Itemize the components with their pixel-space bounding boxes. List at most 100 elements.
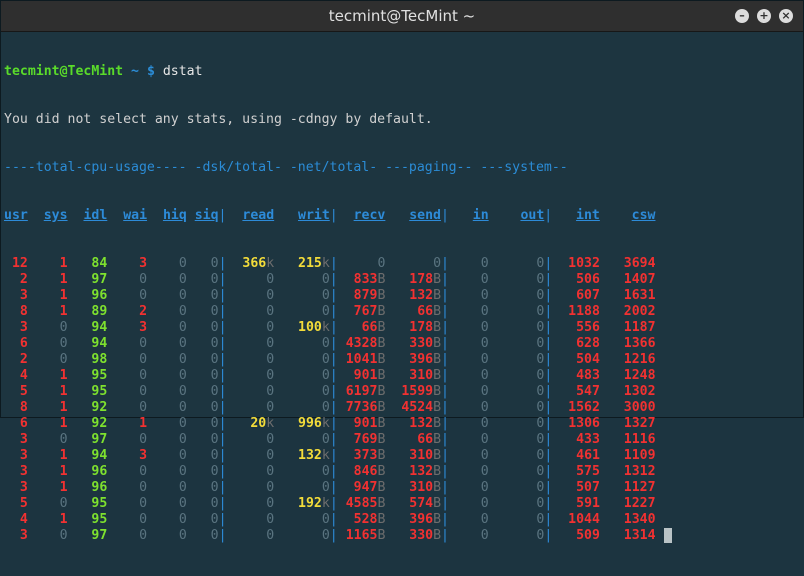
cell-hiq: 0 bbox=[178, 496, 187, 511]
cell-sys: 1 bbox=[59, 368, 68, 383]
column-separator: | bbox=[441, 528, 449, 543]
cell-siq: 0 bbox=[210, 432, 219, 447]
column-separator bbox=[385, 528, 393, 543]
cell-hiq: 0 bbox=[178, 528, 187, 543]
column-separator bbox=[107, 336, 115, 351]
column-separator: | bbox=[329, 384, 338, 399]
column-separator bbox=[274, 464, 282, 479]
column-separator bbox=[68, 352, 76, 367]
cell-idl: 97 bbox=[91, 272, 108, 287]
cell-recv: 767B bbox=[353, 304, 386, 319]
column-separator bbox=[385, 304, 393, 319]
column-separator bbox=[107, 352, 115, 367]
column-separator bbox=[600, 448, 608, 463]
column-separator bbox=[600, 336, 608, 351]
column-header-siq: siq bbox=[194, 208, 219, 223]
column-separator bbox=[385, 496, 393, 511]
column-separator: | bbox=[441, 288, 449, 303]
cell-send: 310B bbox=[409, 368, 442, 383]
cell-usr: 2 bbox=[19, 272, 28, 287]
column-separator: | bbox=[218, 336, 227, 351]
column-separator bbox=[147, 464, 155, 479]
column-separator bbox=[28, 384, 36, 399]
stat-row: 2 1 97 0 0 0| 0 0| 833B 178B| 0 0| 506 1… bbox=[4, 272, 800, 288]
column-separator bbox=[107, 304, 115, 319]
column-separator: | bbox=[329, 496, 338, 511]
column-separator bbox=[28, 272, 36, 287]
cell-siq: 0 bbox=[210, 336, 219, 351]
column-separator bbox=[107, 496, 115, 511]
stat-row: 3 0 94 3 0 0| 0 100k| 66B 178B| 0 0| 556… bbox=[4, 320, 800, 336]
cell-idl: 94 bbox=[91, 320, 108, 335]
cell-idl: 96 bbox=[91, 464, 108, 479]
cell-read: 0 bbox=[266, 288, 275, 303]
column-separator bbox=[68, 464, 76, 479]
column-separator: | bbox=[329, 288, 338, 303]
cell-in: 0 bbox=[480, 336, 489, 351]
column-separator bbox=[187, 480, 195, 495]
cell-siq: 0 bbox=[210, 448, 219, 463]
column-separator bbox=[274, 320, 282, 335]
column-separator bbox=[274, 528, 282, 543]
column-separator: | bbox=[218, 512, 227, 527]
column-separator bbox=[28, 416, 36, 431]
column-separator: | bbox=[441, 336, 449, 351]
cell-int: 433 bbox=[576, 432, 600, 447]
maximize-button[interactable]: + bbox=[757, 9, 771, 23]
column-separator bbox=[600, 368, 608, 383]
minimize-button[interactable]: – bbox=[735, 9, 749, 23]
column-separator bbox=[68, 528, 76, 543]
terminal-output[interactable]: tecmint@TecMint ~ $ dstat You did not se… bbox=[4, 32, 800, 543]
column-separator bbox=[274, 272, 282, 287]
cell-wai: 3 bbox=[139, 320, 148, 335]
column-separator: | bbox=[329, 336, 338, 351]
cell-sys: 0 bbox=[59, 432, 68, 447]
column-separator: | bbox=[218, 208, 227, 223]
cell-csw: 1327 bbox=[623, 416, 656, 431]
cell-writ: 996k bbox=[298, 416, 330, 431]
cell-in: 0 bbox=[480, 384, 489, 399]
cell-send: 66B bbox=[417, 304, 442, 319]
cell-int: 483 bbox=[576, 368, 600, 383]
stat-rows: 12 1 84 3 0 0| 366k 215k| 0 0| 0 0| 1032… bbox=[4, 256, 800, 544]
column-separator bbox=[187, 320, 195, 335]
column-separator bbox=[489, 304, 497, 319]
cell-usr: 6 bbox=[19, 336, 28, 351]
prompt-user-host: tecmint@TecMint bbox=[4, 64, 124, 79]
cell-writ: 0 bbox=[321, 400, 330, 415]
cell-sys: 1 bbox=[59, 416, 68, 431]
column-separator bbox=[600, 432, 608, 447]
prompt-command: dstat bbox=[162, 64, 203, 79]
column-separator: | bbox=[544, 416, 553, 431]
cell-hiq: 0 bbox=[178, 256, 187, 271]
column-separator bbox=[28, 464, 36, 479]
cell-read: 0 bbox=[266, 336, 275, 351]
cell-send: 310B bbox=[409, 480, 442, 495]
column-separator: | bbox=[218, 304, 227, 319]
cell-writ: 132k bbox=[298, 448, 330, 463]
column-separator: | bbox=[544, 320, 553, 335]
column-separator bbox=[600, 528, 608, 543]
column-separator bbox=[107, 448, 115, 463]
cell-read: 0 bbox=[266, 400, 275, 415]
cell-hiq: 0 bbox=[178, 480, 187, 495]
column-header-idl: idl bbox=[83, 208, 108, 223]
cell-wai: 0 bbox=[139, 288, 148, 303]
cell-in: 0 bbox=[480, 464, 489, 479]
cell-idl: 94 bbox=[91, 448, 108, 463]
cell-sys: 1 bbox=[59, 400, 68, 415]
column-separator: | bbox=[441, 464, 449, 479]
column-separator: | bbox=[441, 448, 450, 463]
cell-read: 0 bbox=[266, 432, 275, 447]
cell-int: 1044 bbox=[568, 512, 600, 527]
column-separator: | bbox=[544, 480, 553, 495]
cell-recv: 879B bbox=[353, 288, 386, 303]
column-separator bbox=[147, 416, 155, 431]
column-separator bbox=[187, 512, 195, 527]
column-separator bbox=[274, 352, 282, 367]
close-button[interactable]: × bbox=[779, 9, 793, 23]
column-separator bbox=[107, 480, 115, 495]
column-separator bbox=[28, 512, 36, 527]
column-separator: | bbox=[218, 464, 227, 479]
cell-hiq: 0 bbox=[178, 304, 187, 319]
